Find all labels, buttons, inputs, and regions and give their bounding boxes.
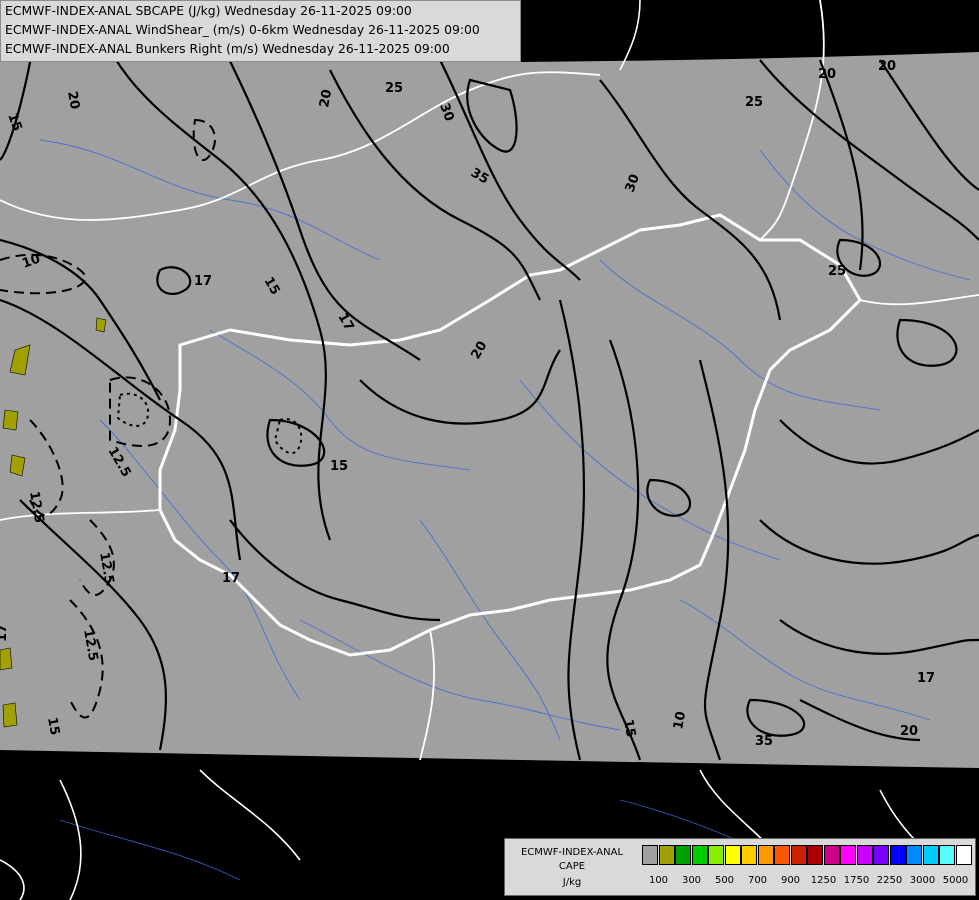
- data-domain: [0, 0, 979, 768]
- legend-swatch: [675, 845, 691, 865]
- data-domain-top-curve: [521, 0, 979, 62]
- legend-swatch: [823, 845, 840, 865]
- legend-swatch: [840, 845, 856, 865]
- legend-swatch: [691, 845, 708, 865]
- legend-tick-label: 900: [780, 875, 801, 886]
- legend-swatch: [708, 845, 724, 865]
- legend-field: CAPE: [558, 861, 586, 872]
- legend-swatch: [757, 845, 774, 865]
- contour-label: 17: [917, 671, 935, 686]
- weather-map: 20 15 25 30 35 17 10 12.5 15 17 20 17 15…: [0, 0, 979, 900]
- contour-label: 10: [671, 710, 689, 730]
- legend-tick-label: 700: [747, 875, 768, 886]
- contour-label: 25: [385, 81, 403, 96]
- contour-label: 25: [828, 264, 846, 279]
- contour-label: 17: [222, 571, 240, 586]
- legend-swatch: [741, 845, 757, 865]
- contour-label: 35: [755, 734, 773, 749]
- legend-tick-label: 3000: [909, 875, 936, 886]
- title-line-bunkers: ECMWF-INDEX-ANAL Bunkers Right (m/s) Wed…: [5, 41, 450, 56]
- legend-tick-label: 300: [681, 875, 702, 886]
- legend-tick-label: 100: [648, 875, 669, 886]
- legend-swatch: [873, 845, 889, 865]
- legend-swatch: [939, 845, 955, 865]
- contour-label: 20: [878, 59, 896, 74]
- contour-label: 20: [818, 67, 836, 82]
- cape-legend: ECMWF-INDEX-ANAL CAPE J/kg 100 300 500 700 9…: [504, 838, 976, 896]
- legend-swatch: [642, 845, 658, 865]
- legend-swatch: [922, 845, 939, 865]
- contour-label: 20: [317, 88, 335, 108]
- legend-swatch: [807, 845, 823, 865]
- legend-swatch: [774, 845, 790, 865]
- contour-label: 17: [194, 274, 212, 289]
- contour-label: 25: [745, 95, 763, 110]
- legend-tick-label: 5000: [942, 875, 969, 886]
- legend-swatch: [906, 845, 922, 865]
- legend-unit: J/kg: [562, 877, 582, 888]
- contour-label: 15: [620, 718, 638, 738]
- legend-tick-label: 2250: [876, 875, 903, 886]
- title-line-windshear: ECMWF-INDEX-ANAL WindShear_ (m/s) 0-6km …: [5, 22, 480, 37]
- contour-label: 20: [64, 90, 82, 110]
- contour-label: 20: [900, 724, 918, 739]
- legend-swatch: [955, 845, 972, 865]
- legend-swatch: [658, 845, 675, 865]
- contour-label: 15: [330, 459, 348, 474]
- contour-label: 17: [0, 624, 10, 642]
- legend-tick-label: 1250: [810, 875, 837, 886]
- legend-tick-label: 500: [714, 875, 735, 886]
- legend-model: ECMWF-INDEX-ANAL: [520, 847, 624, 858]
- contour-label: 15: [44, 716, 62, 736]
- legend-swatch: [790, 845, 807, 865]
- legend-swatch: [856, 845, 873, 865]
- legend-swatch: [889, 845, 906, 865]
- legend-swatch: [724, 845, 741, 865]
- legend-tick-label: 1750: [843, 875, 870, 886]
- title-line-cape: ECMWF-INDEX-ANAL SBCAPE (J/kg) Wednesday…: [5, 3, 412, 18]
- map-title-box: ECMWF-INDEX-ANAL SBCAPE (J/kg) Wednesday…: [0, 0, 521, 62]
